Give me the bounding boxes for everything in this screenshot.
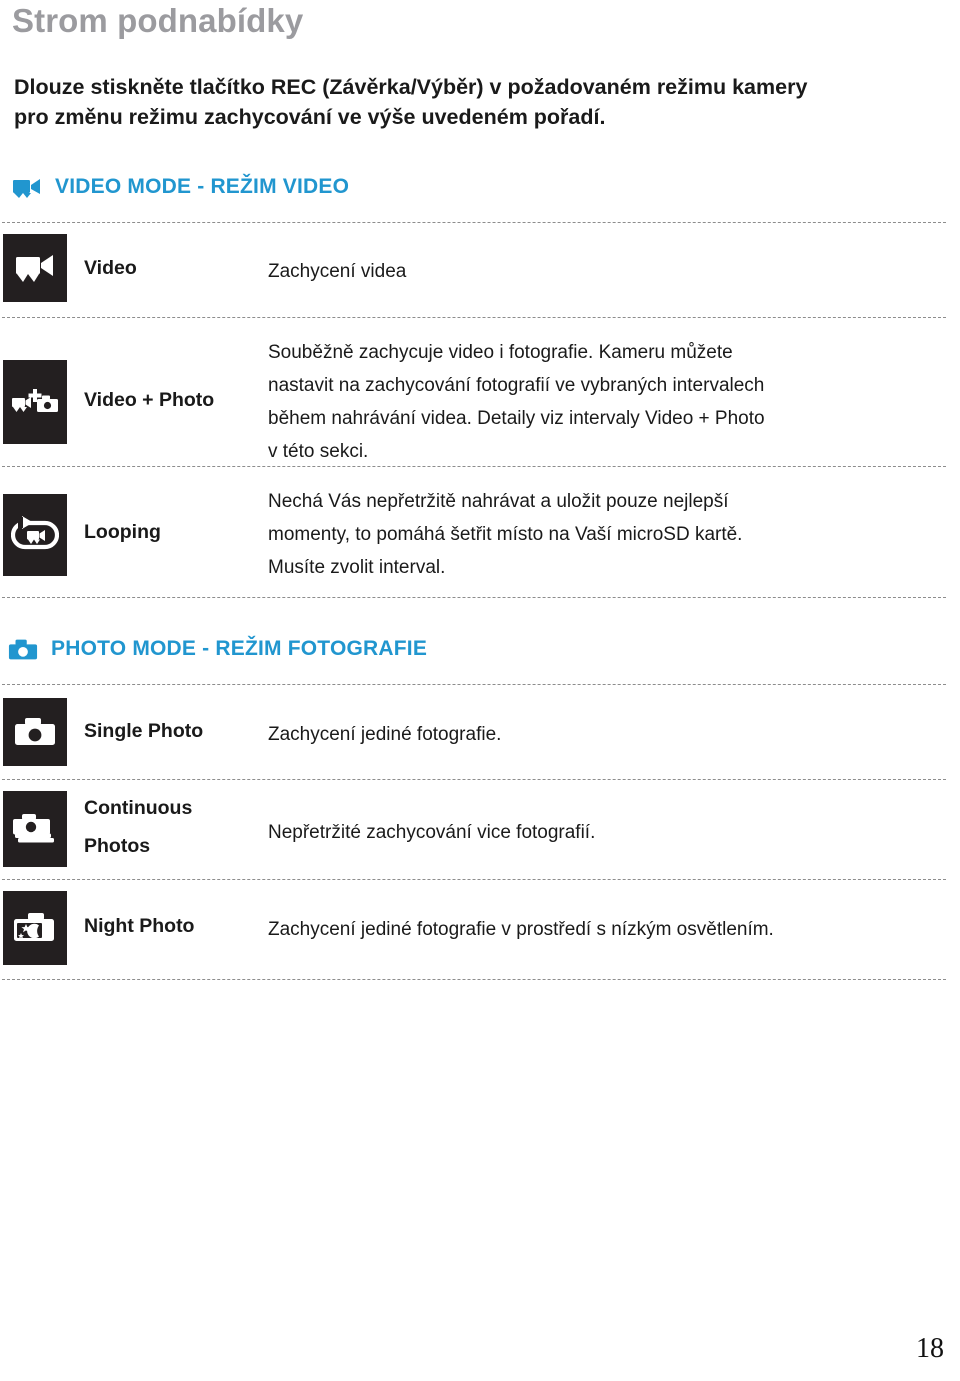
row-label: Continuous Photos — [84, 795, 192, 860]
table-row: Night Photo Zachycení jediné fotografie … — [0, 891, 960, 965]
row-description-line: Souběžně zachycuje video i fotografie. K… — [268, 342, 733, 363]
row-description-line: nastavit na zachycování fotografií ve vy… — [268, 375, 765, 396]
row-description: Nechá Vás nepřetržitě nahrávat a uložit … — [268, 485, 958, 584]
row-description-line: během nahrávání videa. Detaily viz inter… — [268, 408, 765, 429]
page-title: Strom podnabídky — [12, 2, 304, 39]
burst-photos-glyph — [13, 814, 54, 843]
row-description: Zachycení jediné fotografie. — [268, 718, 958, 751]
row-description-line: Nepřetržité zachycování vice fotografií. — [268, 822, 596, 843]
divider — [2, 879, 946, 880]
row-label: Night Photo — [84, 913, 194, 940]
section-header-photo-mode: PHOTO MODE - REŽIM FOTOGRAFIE — [8, 634, 427, 664]
row-description-line: Zachycení videa — [268, 261, 407, 282]
photo-camera-glyph — [15, 718, 55, 745]
row-label-line: Looping — [84, 521, 161, 543]
night-photo-icon — [3, 891, 67, 965]
row-description-line: momenty, to pomáhá šetřit místo na Vaší … — [268, 524, 743, 545]
row-label: Video — [84, 255, 137, 282]
table-row: Continuous Photos Nepřetržité zachycován… — [0, 791, 960, 867]
row-description-line: Zachycení jediné fotografie. — [268, 724, 502, 745]
row-description-line: v této sekci. — [268, 441, 369, 462]
row-description: Zachycení jediné fotografie v prostředí … — [268, 913, 958, 946]
video-plus-photo-glyph — [12, 389, 58, 412]
photo-camera-icon — [8, 639, 38, 660]
burst-photos-icon — [3, 791, 67, 867]
divider — [2, 222, 946, 223]
divider — [2, 684, 946, 685]
intro-paragraph: Dlouze stiskněte tlačítko REC (Závěrka/V… — [14, 72, 944, 132]
video-camera-icon — [3, 234, 67, 302]
row-label-line: Video + Photo — [84, 389, 215, 411]
table-row: Video + Photo Souběžně zachycuje video i… — [0, 342, 960, 462]
row-description: Nepřetržité zachycování vice fotografií. — [268, 816, 958, 849]
row-label: Looping — [84, 519, 161, 546]
row-description: Zachycení videa — [268, 255, 958, 288]
document-page: Strom podnabídky Dlouze stiskněte tlačít… — [0, 0, 960, 1381]
intro-line-1: Dlouze stiskněte tlačítko REC (Závěrka/V… — [14, 75, 808, 99]
table-row: Single Photo Zachycení jediné fotografie… — [0, 698, 960, 766]
intro-line-2: pro změnu režimu zachycování ve výše uve… — [14, 105, 606, 129]
video-camera-glyph — [16, 255, 53, 282]
looping-video-icon — [3, 494, 67, 576]
row-description: Souběžně zachycuje video i fotografie. K… — [268, 336, 958, 468]
divider — [2, 979, 946, 980]
row-label-line: Video — [84, 257, 137, 279]
section-header-label: PHOTO MODE - REŽIM FOTOGRAFIE — [51, 637, 428, 660]
row-label: Video + Photo — [84, 387, 214, 414]
night-photo-glyph — [14, 913, 54, 941]
row-label-line: Photos — [84, 835, 151, 857]
section-header-label: VIDEO MODE - REŽIM VIDEO — [55, 175, 350, 198]
page-number: 18 — [916, 1333, 944, 1364]
divider — [2, 779, 946, 780]
row-description-line: Musíte zvolit interval. — [268, 557, 446, 578]
row-description-line: Nechá Vás nepřetržitě nahrávat a uložit … — [268, 491, 729, 512]
looping-video-glyph — [11, 516, 59, 550]
section-header-video-mode: VIDEO MODE - REŽIM VIDEO — [12, 172, 349, 202]
table-row: Looping Nechá Vás nepřetržitě nahrávat a… — [0, 491, 960, 578]
photo-camera-icon — [3, 698, 67, 766]
row-description-line: Zachycení jediné fotografie v prostředí … — [268, 919, 774, 940]
divider — [2, 317, 946, 318]
row-label-line: Night Photo — [84, 915, 195, 937]
video-plus-photo-icon — [3, 360, 67, 444]
table-row: Video Zachycení videa — [0, 234, 960, 304]
divider — [2, 597, 946, 598]
video-camera-icon — [13, 179, 40, 198]
row-label-line: Single Photo — [84, 720, 204, 742]
row-label-line: Continuous — [84, 797, 193, 819]
row-label: Single Photo — [84, 718, 203, 745]
